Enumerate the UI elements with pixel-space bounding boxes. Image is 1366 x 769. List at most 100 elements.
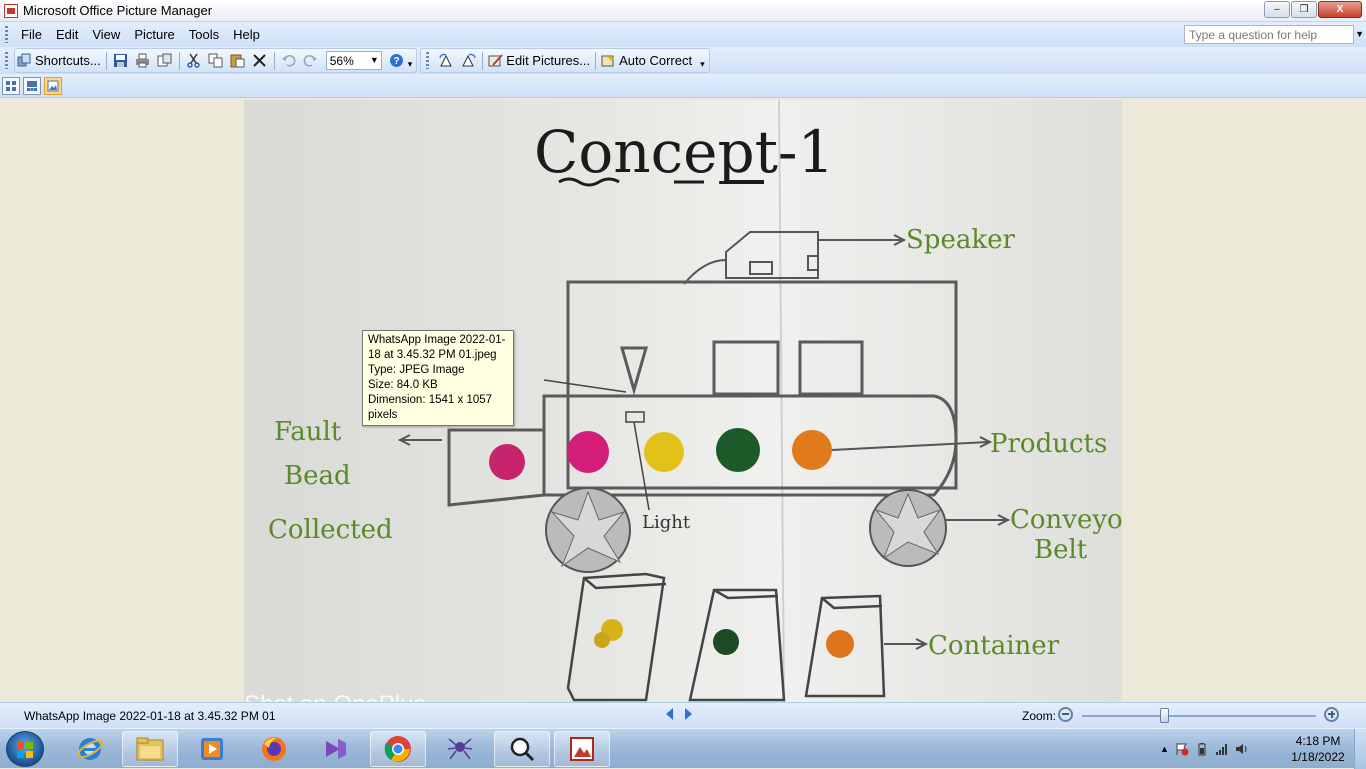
copy-button[interactable] [205, 50, 227, 72]
toolbar-options-icon[interactable]: ▾ [700, 59, 705, 70]
tooltip-size: Size: 84.0 KB [368, 379, 438, 391]
volume-icon[interactable] [1235, 742, 1249, 756]
redo-button[interactable] [300, 50, 322, 72]
action-center-flag-icon[interactable] [1175, 742, 1189, 756]
save-icon [114, 54, 128, 67]
label-products: Products [990, 429, 1107, 459]
menu-picture[interactable]: Picture [127, 27, 181, 42]
paste-button[interactable] [227, 50, 249, 72]
help-question-icon: ? [390, 54, 404, 67]
zoom-slider-track[interactable] [1082, 715, 1316, 717]
toolbar-grip[interactable] [426, 52, 430, 69]
delete-x-icon [253, 54, 266, 67]
taskbar-explorer[interactable] [122, 731, 178, 767]
network-signal-icon[interactable] [1215, 742, 1229, 756]
tooltip-filename-line2: 18 at 3.45.32 PM 01.jpeg [368, 349, 497, 361]
chevron-down-icon: ▼ [369, 55, 379, 65]
zoom-percentage-value: 56% [329, 53, 354, 68]
taskbar-firefox[interactable] [246, 731, 302, 767]
start-button[interactable] [6, 731, 44, 767]
scissors-icon [187, 53, 200, 68]
system-tray: ▲ [1160, 729, 1249, 769]
toolbar-options-icon[interactable]: ▾ [408, 59, 413, 70]
help-button[interactable]: ? [386, 50, 408, 72]
taskbar-clock[interactable]: 4:18 PM 1/18/2022 [1284, 733, 1352, 765]
tooltip-type: Type: JPEG Image [368, 364, 465, 376]
heading-text: Concept-1 [534, 118, 834, 186]
taskbar-spider-app[interactable] [432, 731, 488, 767]
picture-manager-app-icon[interactable] [4, 3, 18, 18]
taskbar-media-player[interactable] [184, 731, 240, 767]
picture-toolbar-strip: Edit Pictures... Auto Correct ▾ [420, 48, 710, 73]
picture-manager-taskbar-icon [570, 737, 594, 761]
toolbar-grip[interactable] [5, 52, 8, 69]
bead-yellow [644, 432, 684, 472]
close-button[interactable]: X [1318, 1, 1362, 18]
previous-picture-icon[interactable] [666, 708, 673, 720]
view-mode-bar [0, 74, 1366, 98]
show-desktop-button[interactable] [1354, 729, 1366, 769]
print-button[interactable] [132, 50, 154, 72]
thumbnail-grid-icon [6, 80, 16, 91]
zoom-percentage-select[interactable]: 56% ▼ [325, 51, 382, 70]
auto-correct-icon [601, 54, 616, 67]
folder-icon [136, 737, 164, 761]
label-light: Light [642, 512, 691, 533]
single-picture-view-button[interactable] [44, 76, 62, 95]
save-button[interactable] [110, 50, 132, 72]
label-container: Container [928, 631, 1060, 661]
toolbar-separator [178, 51, 180, 70]
edit-pictures-label: Edit Pictures... [506, 53, 591, 68]
taskbar-picture-manager[interactable] [554, 731, 610, 767]
menu-help[interactable]: Help [226, 27, 267, 42]
edit-pictures-button[interactable]: Edit Pictures... [486, 50, 592, 72]
title-bar: Microsoft Office Picture Manager – ❐ X [0, 0, 1366, 22]
machine-sketch [447, 280, 958, 507]
menu-grip[interactable] [5, 26, 8, 43]
battery-icon[interactable] [1195, 742, 1209, 756]
menu-tools[interactable]: Tools [182, 27, 226, 42]
zoom-in-icon[interactable] [1324, 707, 1339, 722]
printer-icon [136, 53, 150, 68]
delete-button[interactable] [249, 50, 271, 72]
taskbar-magnifier[interactable] [494, 731, 550, 767]
rotate-right-button[interactable] [457, 50, 479, 72]
next-picture-icon[interactable] [685, 708, 692, 720]
clock-time: 4:18 PM [1295, 734, 1341, 748]
tray-expand-icon[interactable]: ▲ [1160, 744, 1169, 754]
help-search-input[interactable]: Type a question for help [1184, 25, 1354, 44]
label-collected: Collected [268, 515, 393, 545]
standard-toolbar: Shortcuts... 56% ▼ ? ▾ Edit Pictures... … [0, 47, 1366, 74]
tooltip-dimension-unit: pixels [368, 409, 398, 421]
send-button[interactable] [154, 50, 176, 72]
media-player-icon [201, 738, 223, 760]
menu-edit[interactable]: Edit [49, 27, 85, 42]
maximize-button[interactable]: ❐ [1291, 1, 1317, 18]
shortcuts-button[interactable]: Shortcuts... [15, 50, 103, 72]
shortcuts-icon [17, 53, 31, 67]
zoom-slider-thumb[interactable] [1159, 708, 1169, 723]
internet-explorer-icon [76, 738, 104, 760]
window-title: Microsoft Office Picture Manager [23, 3, 213, 18]
svg-text:?: ? [394, 56, 400, 67]
filmstrip-icon [27, 80, 37, 91]
window-controls: – ❐ X [1264, 1, 1362, 18]
taskbar-internet-explorer[interactable] [62, 731, 118, 767]
speaker-sketch [683, 231, 907, 285]
menu-view[interactable]: View [85, 27, 127, 42]
zoom-out-icon[interactable] [1058, 707, 1073, 722]
rotate-left-button[interactable] [435, 50, 457, 72]
filmstrip-view-button[interactable] [23, 76, 41, 95]
undo-button[interactable] [278, 50, 300, 72]
taskbar-visual-studio[interactable] [308, 731, 364, 767]
cut-button[interactable] [183, 50, 205, 72]
photo-watermark: Shot on OnePlus [244, 691, 425, 702]
thumbnail-view-button[interactable] [2, 76, 20, 95]
copy-icon [208, 53, 223, 68]
minimize-button[interactable]: – [1264, 1, 1290, 18]
menu-file[interactable]: File [14, 27, 49, 42]
auto-correct-button[interactable]: Auto Correct [599, 50, 694, 72]
help-dropdown-icon[interactable]: ▼ [1355, 29, 1364, 39]
taskbar-chrome[interactable] [370, 731, 426, 767]
paste-icon [230, 54, 245, 68]
